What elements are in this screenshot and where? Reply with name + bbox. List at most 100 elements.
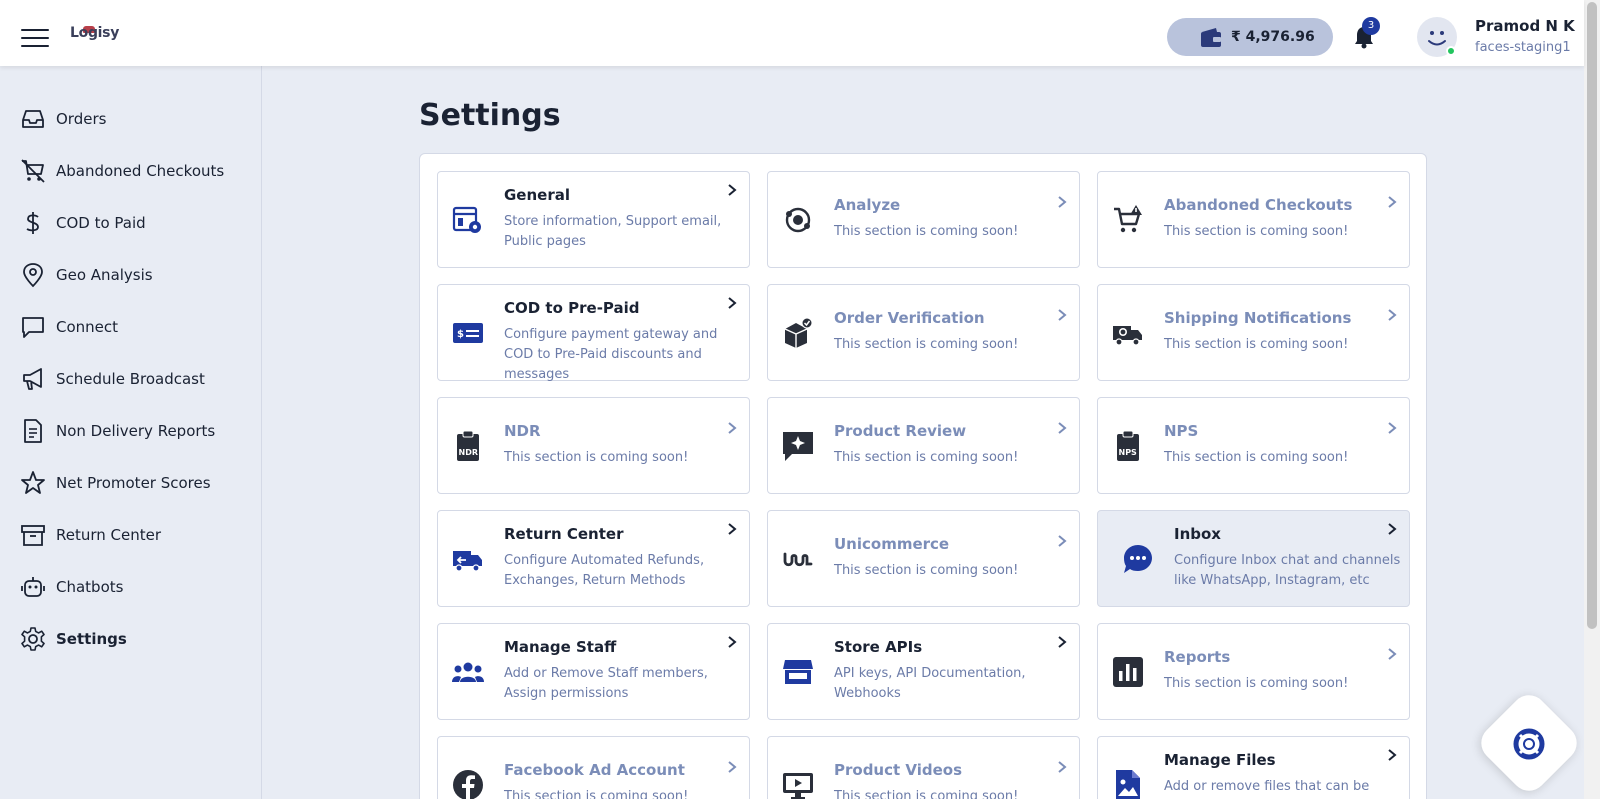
lifebuoy-icon[interactable]	[1512, 727, 1546, 761]
card-title: Shipping Notifications	[1164, 309, 1352, 327]
chevron-right-icon	[1388, 422, 1397, 434]
settings-card-order-verification[interactable]: Order Verification This section is comin…	[767, 284, 1080, 381]
sidebar-item-net-promoter-scores[interactable]: Net Promoter Scores	[20, 468, 211, 498]
monitor-video-icon	[783, 773, 813, 799]
card-description: This section is coming soon!	[504, 450, 689, 465]
card-title: Order Verification	[834, 309, 985, 327]
sidebar-item-return-center[interactable]: Return Center	[20, 520, 161, 550]
card-title: Return Center	[504, 525, 624, 543]
sidebar-item-connect[interactable]: Connect	[20, 312, 118, 342]
user-name[interactable]: Pramod N K	[1475, 17, 1575, 35]
sidebar-item-non-delivery-reports[interactable]: Non Delivery Reports	[20, 416, 215, 446]
top-bar: Logisy ₹ 4,976.96 3 Pramod N K faces-sta…	[0, 0, 1584, 66]
settings-card-cod-to-prepaid[interactable]: $ COD to Pre-Paid Configure payment gate…	[437, 284, 750, 382]
sidebar-item-abandoned-checkouts[interactable]: Abandoned Checkouts	[20, 156, 224, 186]
chevron-right-icon	[1388, 196, 1397, 208]
card-description: This section is coming soon!	[834, 789, 1019, 799]
sidebar-item-label: Orders	[56, 110, 107, 128]
analyze-icon	[785, 207, 811, 233]
nps-clipboard-icon: NPS	[1117, 430, 1139, 461]
card-description: This section is coming soon!	[1164, 450, 1349, 465]
card-description: Add or remove files that can be used in	[1164, 779, 1370, 794]
gear-icon	[21, 627, 45, 651]
notification-count-badge: 3	[1362, 17, 1380, 35]
card-title: Facebook Ad Account	[504, 761, 685, 779]
sidebar-item-label: Geo Analysis	[56, 266, 153, 284]
card-description: Add or Remove Staff members, Assign perm…	[504, 666, 708, 701]
settings-card-analyze[interactable]: Analyze This section is coming soon!	[767, 171, 1080, 268]
sidebar-item-cod-to-paid[interactable]: COD to Paid	[20, 208, 146, 238]
chevron-right-icon	[1388, 309, 1397, 321]
sidebar-item-label: Return Center	[56, 526, 162, 544]
settings-card-manage-staff[interactable]: Manage Staff Add or Remove Staff members…	[437, 623, 750, 720]
card-description: Configure payment gateway and COD to Pre…	[504, 327, 718, 382]
chevron-right-icon	[1058, 309, 1067, 321]
cart-alert-icon	[1114, 205, 1142, 233]
sidebar-item-label: Net Promoter Scores	[56, 474, 211, 492]
card-description: Configure Automated Refunds, Exchanges, …	[504, 553, 705, 588]
map-pin-icon	[23, 263, 43, 288]
card-description: This section is coming soon!	[1164, 224, 1349, 239]
ndr-clipboard-icon: NDR	[457, 430, 479, 461]
settings-card-unicommerce[interactable]: Unicommerce This section is coming soon!	[767, 510, 1080, 607]
svg-text:NPS: NPS	[1119, 448, 1138, 457]
chat-dots-icon	[1124, 545, 1152, 573]
card-title: Abandoned Checkouts	[1164, 196, 1353, 214]
inbox-tray-icon	[22, 110, 44, 128]
sidebar-item-schedule-broadcast[interactable]: Schedule Broadcast	[20, 364, 205, 394]
bar-chart-icon	[1113, 657, 1143, 687]
scrollbar-thumb[interactable]	[1587, 2, 1597, 629]
settings-card-product-videos[interactable]: Product Videos This section is coming so…	[767, 736, 1080, 799]
sidebar-item-geo-analysis[interactable]: Geo Analysis	[20, 260, 153, 290]
users-icon	[452, 662, 484, 682]
settings-card-facebook-ad-account[interactable]: Facebook Ad Account This section is comi…	[437, 736, 750, 799]
sidebar-item-label: Chatbots	[56, 578, 124, 596]
settings-card-return-center[interactable]: Return Center Configure Automated Refund…	[437, 510, 750, 607]
settings-card-abandoned-checkouts[interactable]: Abandoned Checkouts This section is comi…	[1097, 171, 1410, 268]
settings-card-product-review[interactable]: Product Review This section is coming so…	[767, 397, 1080, 494]
settings-card-inbox[interactable]: Inbox Configure Inbox chat and channels …	[1097, 510, 1410, 607]
sidebar-item-orders[interactable]: Orders	[20, 104, 106, 134]
return-truck-icon	[453, 551, 482, 572]
unicommerce-icon	[783, 552, 813, 567]
card-title: Analyze	[834, 196, 901, 214]
card-description: Store information, Support email, Public…	[504, 214, 722, 249]
chevron-right-icon	[1058, 422, 1067, 434]
hamburger-menu-icon[interactable]	[21, 29, 49, 47]
card-description: Configure Inbox chat and channels like W…	[1174, 553, 1401, 588]
settings-card-nps[interactable]: NPS NPS This section is coming soon!	[1097, 397, 1410, 494]
page-title: Settings	[419, 98, 561, 133]
sidebar-item-chatbots[interactable]: Chatbots	[20, 572, 123, 602]
card-title: Manage Staff	[504, 638, 617, 656]
chevron-right-icon	[1388, 648, 1397, 660]
settings-card-manage-files[interactable]: Manage Files Add or remove files that ca…	[1097, 736, 1410, 799]
chevron-right-icon	[1388, 749, 1397, 761]
archive-box-icon	[21, 525, 45, 546]
card-title: Unicommerce	[834, 535, 950, 553]
card-description: This section is coming soon!	[1164, 337, 1349, 352]
page-scrollbar[interactable]	[1584, 0, 1600, 799]
card-title: General	[504, 186, 570, 204]
settings-card-reports[interactable]: Reports This section is coming soon!	[1097, 623, 1410, 720]
settings-card-store-apis[interactable]: Store APIs API keys, API Documentation, …	[767, 623, 1080, 720]
user-store-name: faces-staging1	[1475, 40, 1571, 55]
storefront-icon	[783, 660, 813, 684]
online-status-dot	[1446, 46, 1456, 56]
svg-text:$: $	[457, 329, 464, 340]
wallet-balance-button[interactable]: ₹ 4,976.96	[1167, 18, 1333, 56]
sidebar-item-label: Non Delivery Reports	[56, 422, 216, 440]
logo[interactable]: Logisy	[70, 25, 119, 41]
card-title: Manage Files	[1164, 751, 1276, 769]
card-description: This section is coming soon!	[834, 337, 1019, 352]
settings-card-general[interactable]: General Store information, Support email…	[437, 171, 750, 268]
settings-card-shipping-notifications[interactable]: Shipping Notifications This section is c…	[1097, 284, 1410, 381]
chevron-right-icon	[1058, 535, 1067, 547]
card-title: Inbox	[1174, 525, 1221, 543]
sidebar-item-label: Settings	[56, 630, 127, 648]
settings-card-ndr[interactable]: NDR NDR This section is coming soon!	[437, 397, 750, 494]
chevron-right-icon	[1058, 636, 1067, 648]
sidebar-item-settings[interactable]: Settings	[20, 624, 127, 654]
sidebar-item-label: Abandoned Checkouts	[56, 162, 225, 180]
sidebar-item-label: COD to Paid	[56, 214, 146, 232]
card-description: This section is coming soon!	[834, 450, 1019, 465]
